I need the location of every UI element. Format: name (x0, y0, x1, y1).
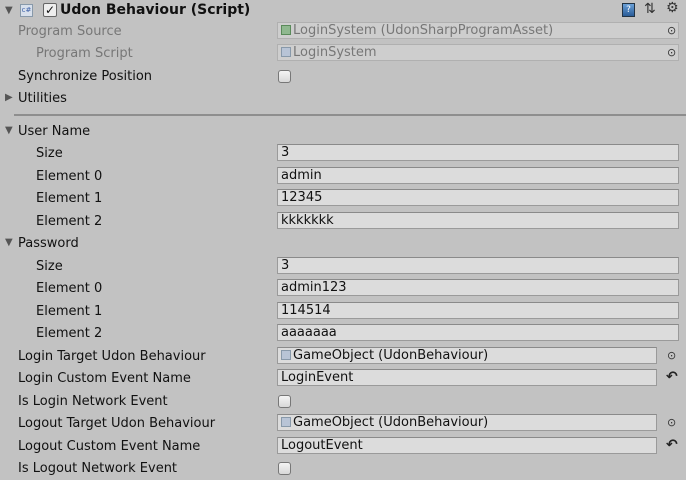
logout-network-row: Is Logout Network Event (0, 458, 686, 480)
element-label: Element 2 (36, 214, 103, 229)
password-label: Password (18, 236, 79, 251)
logout-event-row: Logout Custom Event Name LogoutEvent ↶ (0, 436, 686, 458)
program-source-label: Program Source (18, 24, 122, 39)
password-size-input[interactable]: 3 (277, 257, 679, 274)
program-source-field[interactable]: LoginSystem (UdonSharpProgramAsset) (277, 22, 679, 39)
program-source-row: Program Source LoginSystem (UdonSharpPro… (0, 21, 686, 43)
script-icon (281, 47, 291, 57)
enabled-checkbox[interactable]: ✓ (43, 3, 57, 17)
program-script-row: Program Script LoginSystem ⊙ (0, 43, 686, 65)
login-target-label: Login Target Udon Behaviour (18, 349, 206, 364)
sync-position-label: Synchronize Position (18, 69, 153, 84)
fold-down-icon: ▼ (5, 237, 13, 248)
element-label: Element 1 (36, 191, 103, 206)
login-network-row: Is Login Network Event (0, 391, 686, 413)
login-network-label: Is Login Network Event (18, 394, 168, 409)
gear-icon[interactable]: ⚙ (666, 0, 679, 16)
user-name-size-row: Size 3 (0, 143, 686, 165)
fold-arrow-icon[interactable]: ▼ (5, 5, 13, 16)
script-icon: c# (20, 4, 33, 17)
password-element-row: Element 1 114514 (0, 301, 686, 323)
object-picker-icon[interactable]: ⊙ (667, 349, 676, 362)
login-event-row: Login Custom Event Name LoginEvent ↶ (0, 368, 686, 390)
program-script-value: LoginSystem (293, 45, 377, 60)
user-name-element-input[interactable]: admin (277, 167, 679, 184)
password-size-row: Size 3 (0, 256, 686, 278)
component-header: ▼ c# ✓ Udon Behaviour (Script) ? ⇅ ⚙ (0, 0, 686, 22)
element-label: Element 0 (36, 169, 103, 184)
utilities-foldout[interactable]: ▶ Utilities (0, 88, 686, 110)
logout-target-label: Logout Target Udon Behaviour (18, 416, 216, 431)
login-network-checkbox[interactable] (278, 395, 291, 408)
fold-down-icon: ▼ (5, 125, 13, 136)
element-label: Element 2 (36, 326, 103, 341)
logout-target-row: Logout Target Udon Behaviour GameObject … (0, 413, 686, 435)
password-element-input[interactable]: 114514 (277, 302, 679, 319)
user-name-element-row: Element 2 kkkkkkk (0, 211, 686, 233)
revert-icon[interactable]: ↶ (666, 437, 678, 453)
sync-position-checkbox[interactable] (278, 70, 291, 83)
password-element-input[interactable]: aaaaaaa (277, 324, 679, 341)
help-icon[interactable]: ? (622, 3, 635, 17)
script-icon (281, 417, 291, 427)
password-element-input[interactable]: admin123 (277, 279, 679, 296)
user-name-element-row: Element 0 admin (0, 166, 686, 188)
program-source-value: LoginSystem (UdonSharpProgramAsset) (293, 23, 554, 38)
program-asset-icon (281, 25, 291, 35)
user-name-element-row: Element 1 12345 (0, 188, 686, 210)
element-label: Element 1 (36, 304, 103, 319)
user-name-element-input[interactable]: 12345 (277, 189, 679, 206)
logout-network-label: Is Logout Network Event (18, 461, 178, 476)
logout-target-field[interactable]: GameObject (UdonBehaviour) (277, 414, 657, 431)
user-name-size-input[interactable]: 3 (277, 144, 679, 161)
user-name-element-input[interactable]: kkkkkkk (277, 212, 679, 229)
login-event-input[interactable]: LoginEvent (277, 369, 657, 386)
logout-event-label: Logout Custom Event Name (18, 439, 201, 454)
login-target-field[interactable]: GameObject (UdonBehaviour) (277, 347, 657, 364)
user-name-label: User Name (18, 124, 91, 139)
logout-event-input[interactable]: LogoutEvent (277, 437, 657, 454)
login-target-row: Login Target Udon Behaviour GameObject (… (0, 346, 686, 368)
program-script-field[interactable]: LoginSystem (277, 44, 679, 61)
presets-icon[interactable]: ⇅ (644, 1, 656, 17)
object-picker-icon[interactable]: ⊙ (667, 46, 676, 59)
program-script-label: Program Script (36, 46, 133, 61)
login-event-label: Login Custom Event Name (18, 371, 191, 386)
logout-target-value: GameObject (UdonBehaviour) (293, 415, 489, 430)
login-target-value: GameObject (UdonBehaviour) (293, 348, 489, 363)
divider (14, 114, 686, 116)
size-label: Size (36, 259, 63, 274)
password-foldout[interactable]: ▼ Password (0, 233, 686, 255)
component-title: Udon Behaviour (Script) (60, 2, 251, 18)
script-icon (281, 350, 291, 360)
logout-network-checkbox[interactable] (278, 462, 291, 475)
revert-icon[interactable]: ↶ (666, 369, 678, 385)
user-name-foldout[interactable]: ▼ User Name (0, 121, 686, 143)
utilities-label: Utilities (18, 91, 67, 106)
size-label: Size (36, 146, 63, 161)
password-element-row: Element 0 admin123 (0, 278, 686, 300)
fold-right-icon: ▶ (5, 92, 13, 103)
object-picker-icon[interactable]: ⊙ (667, 24, 676, 37)
password-element-row: Element 2 aaaaaaa (0, 323, 686, 345)
object-picker-icon[interactable]: ⊙ (667, 416, 676, 429)
sync-position-row: Synchronize Position (0, 66, 686, 88)
element-label: Element 0 (36, 281, 103, 296)
